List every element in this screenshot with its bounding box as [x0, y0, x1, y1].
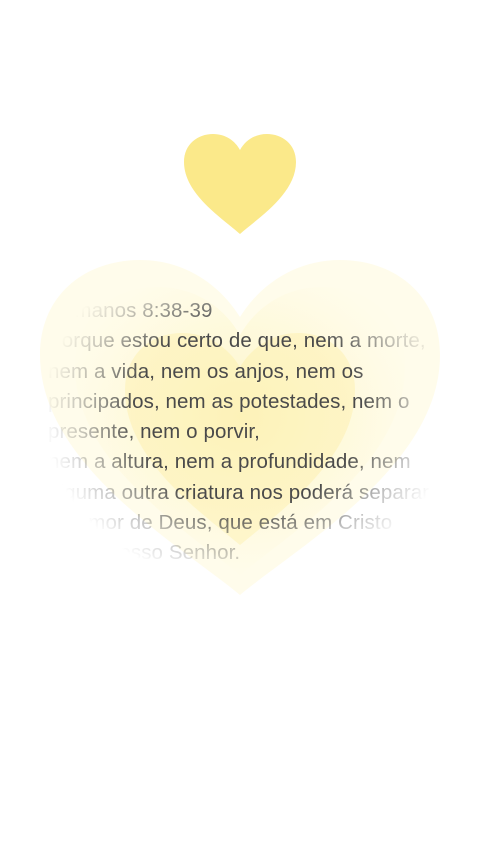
verse-screen: Romanos 8:38-39 Porque estou certo de que… — [0, 0, 480, 854]
verse-body: Porque estou certo de que, nem a morte, … — [48, 329, 430, 565]
heart-icon[interactable] — [182, 132, 298, 236]
verse-reference: Romanos 8:38-39 — [48, 299, 213, 322]
verse-block: Romanos 8:38-39 Porque estou certo de que… — [0, 296, 480, 586]
verse-text: Romanos 8:38-39 Porque estou certo de que… — [48, 296, 448, 569]
